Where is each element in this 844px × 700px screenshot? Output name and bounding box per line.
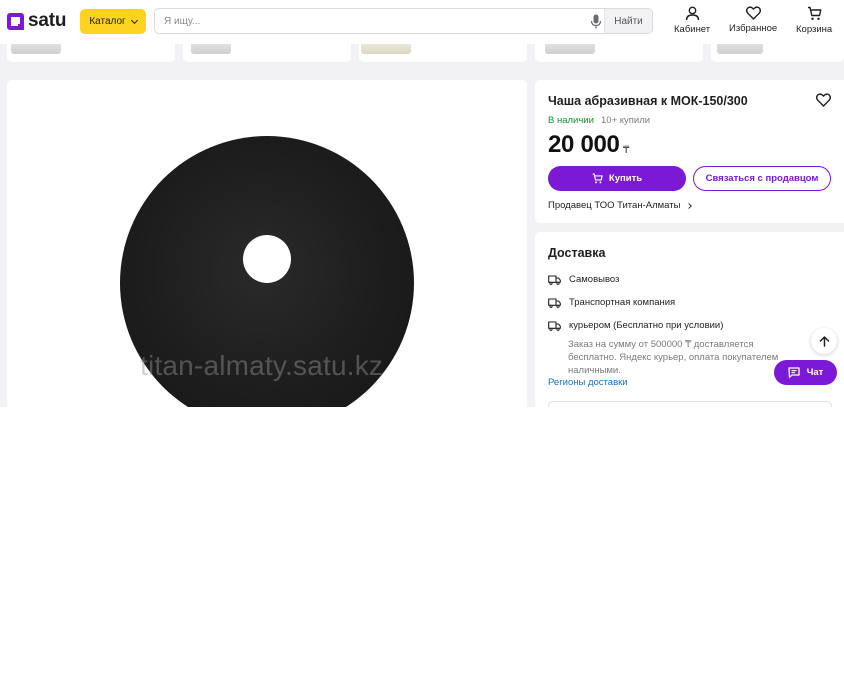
cart-icon	[807, 6, 822, 20]
cabinet-label: Кабинет	[674, 24, 711, 35]
microphone-icon[interactable]	[590, 14, 602, 29]
currency-sign: ₸	[623, 145, 630, 156]
chat-label: Чат	[806, 367, 824, 378]
bought-count: 10+ купили	[601, 115, 651, 126]
cabinet-link[interactable]: Кабинет	[674, 6, 710, 35]
delivery-option-courier: курьером (Бесплатно при условии)	[548, 320, 723, 331]
truck-icon	[548, 320, 561, 331]
chat-button[interactable]: Чат	[774, 360, 837, 385]
cart-icon	[592, 173, 603, 184]
search-input[interactable]	[164, 13, 564, 29]
seller-link[interactable]: Продавец ТОО Титан-Алматы	[548, 200, 693, 211]
product-title: Чаша абразивная к МОК-150/300	[548, 94, 748, 108]
add-to-favorites-heart-icon[interactable]	[816, 93, 831, 107]
delivery-option-label: курьером (Бесплатно при условии)	[569, 320, 724, 331]
product-page: satu Каталог Найти Кабинет	[0, 0, 844, 700]
disc-center-hole	[243, 235, 291, 283]
search-button[interactable]: Найти	[604, 9, 652, 33]
site-header: satu Каталог Найти Кабинет	[0, 0, 844, 44]
catalog-button[interactable]: Каталог	[80, 9, 146, 34]
delivery-option-transport: Транспортная компания	[548, 297, 675, 308]
logo-mark-icon	[7, 12, 24, 30]
chevron-right-icon	[686, 202, 693, 209]
satu-logo[interactable]: satu	[7, 10, 66, 32]
product-price: 20 000	[548, 131, 620, 158]
truck-icon	[548, 297, 561, 308]
buy-label: Купить	[608, 173, 643, 184]
search-bar: Найти	[154, 8, 653, 34]
stock-status: В наличии	[548, 115, 594, 126]
scroll-to-top-button[interactable]	[811, 328, 837, 354]
delivery-option-label: Транспортная компания	[569, 297, 676, 308]
product-info-card: Чаша абразивная к МОК-150/300 В наличии …	[535, 80, 844, 223]
chat-bubble-icon	[788, 367, 800, 378]
delivery-title: Доставка	[548, 246, 606, 260]
delivery-option-label: Самовывоз	[569, 274, 620, 285]
image-watermark: titan-almaty.satu.kz	[140, 350, 384, 381]
heart-icon	[745, 6, 761, 20]
cart-label: Корзина	[796, 24, 833, 35]
delivery-regions-link[interactable]: Регионы доставки	[548, 377, 628, 388]
favorites-label: Избранное	[729, 23, 778, 34]
courier-note: Заказ на сумму от 500000 ₸ доставляется …	[568, 339, 779, 376]
catalog-label: Каталог	[89, 16, 126, 27]
user-icon	[685, 6, 699, 21]
product-image-card[interactable]: titan-almaty.satu.kz	[7, 80, 527, 407]
logo-text: satu	[28, 10, 67, 31]
buy-button[interactable]: Купить	[548, 166, 686, 191]
favorites-link[interactable]: Избранное	[729, 6, 777, 34]
next-section-box	[548, 401, 832, 407]
seller-name: Продавец ТОО Титан-Алматы	[548, 200, 681, 211]
delivery-option-pickup: Самовывоз	[548, 274, 619, 285]
arrow-up-icon	[819, 335, 829, 347]
cart-link[interactable]: Корзина	[796, 6, 832, 35]
truck-icon	[548, 274, 561, 285]
chevron-down-icon	[130, 16, 138, 24]
contact-seller-button[interactable]: Связаться с продавцом	[693, 166, 831, 191]
